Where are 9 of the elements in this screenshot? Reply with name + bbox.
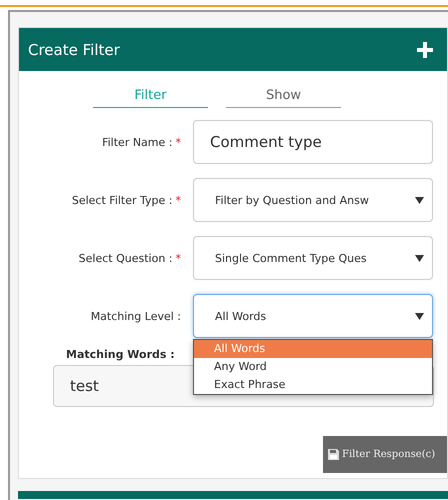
field-label: Matching Level : [90, 310, 181, 322]
field-label: Select Question : [78, 252, 172, 264]
required-asterisk: * [176, 194, 181, 206]
panel-title: Create Filter [28, 40, 120, 58]
field-label: Filter Name : [102, 136, 172, 148]
field-label: Matching Words : [66, 348, 175, 361]
field-label: Select Filter Type : [72, 194, 172, 206]
required-asterisk: * [176, 136, 181, 148]
required-asterisk: * [176, 252, 181, 264]
